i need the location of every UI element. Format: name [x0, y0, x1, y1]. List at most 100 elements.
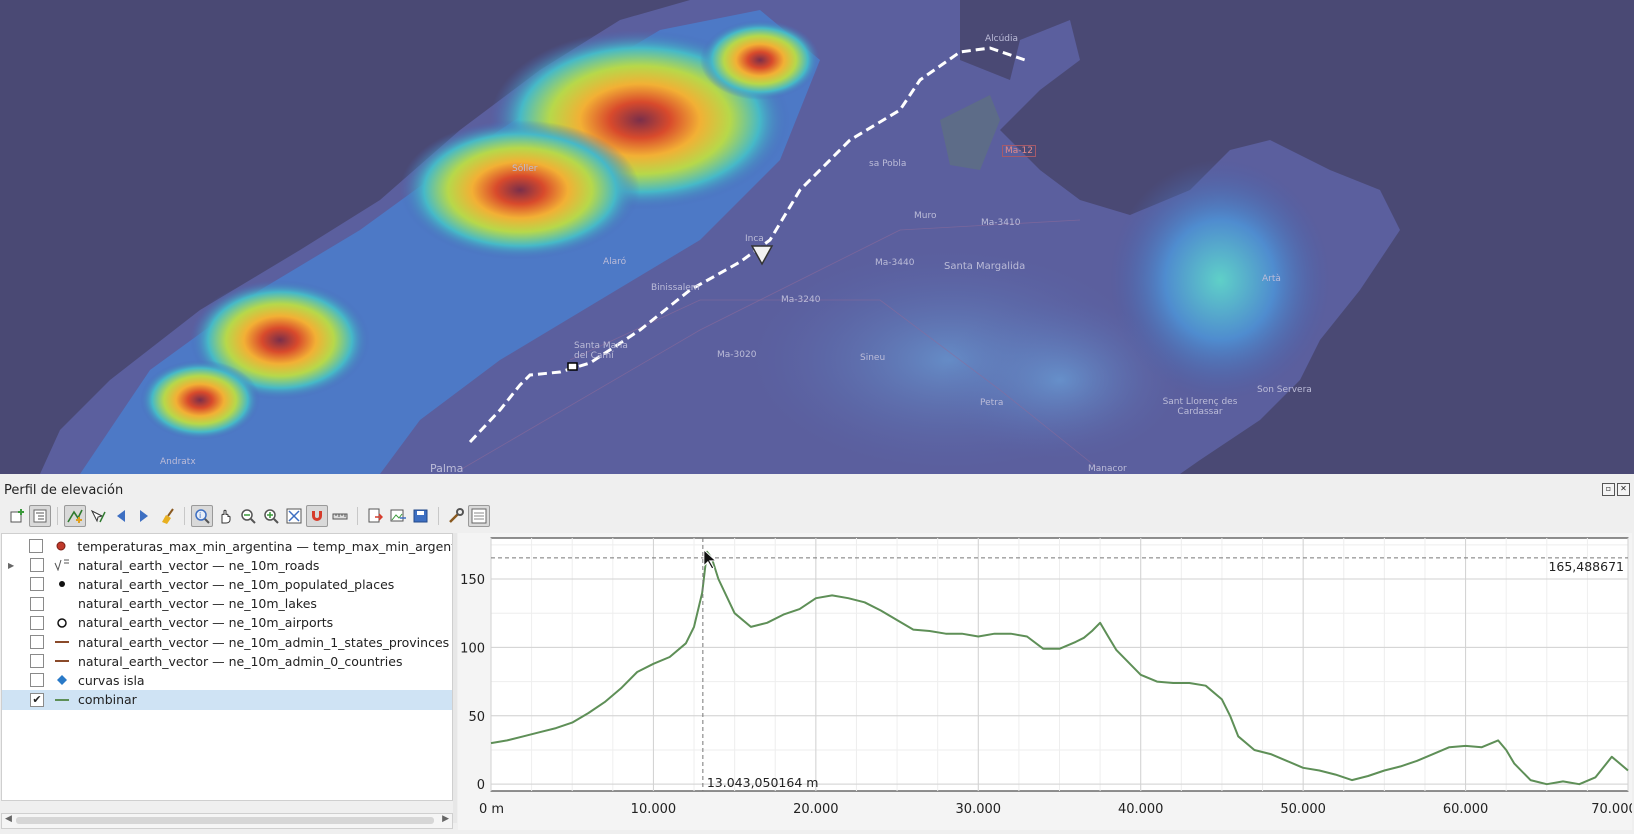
map-label: Palma: [430, 462, 464, 474]
red-dot-icon: [53, 540, 69, 552]
map-label: Manacor: [1088, 464, 1127, 474]
layer-checkbox[interactable]: [30, 558, 44, 573]
line-icon-icon: [54, 559, 70, 572]
crosshair-y-label: 165,488671: [1548, 559, 1624, 574]
map-label: Binissalem: [651, 283, 700, 293]
layer-checkbox[interactable]: [29, 539, 44, 553]
map-label: Artà: [1262, 274, 1281, 284]
panel-splitter[interactable]: [453, 533, 457, 823]
layer-list: temperaturas_max_min_argentina — temp_ma…: [1, 533, 453, 801]
blue-diamond-icon: [54, 674, 70, 686]
layer-item[interactable]: natural_earth_vector — ne_10m_admin_1_st…: [2, 632, 452, 652]
layer-tree-icon[interactable]: [29, 505, 51, 527]
pan-icon[interactable]: [214, 505, 236, 527]
scroll-left-icon[interactable]: ◀: [5, 814, 12, 824]
float-panel-icon[interactable]: ▫: [1602, 483, 1615, 496]
layer-item[interactable]: ✔ combinar: [2, 689, 452, 710]
x-tick-label: 50.000: [1280, 802, 1326, 817]
scrollbar-thumb[interactable]: [16, 817, 434, 824]
new-profile-icon[interactable]: [6, 505, 28, 527]
identify-icon[interactable]: i: [191, 505, 213, 527]
none-icon: [54, 598, 70, 610]
panel-title: Perfil de elevación: [4, 483, 124, 498]
capture-from-feature-icon[interactable]: [87, 505, 109, 527]
zoom-x-icon[interactable]: [237, 505, 259, 527]
capture-curve-icon[interactable]: [64, 505, 86, 527]
x-tick-label: 20.000: [793, 802, 839, 817]
forward-icon[interactable]: [133, 505, 155, 527]
map-label: Santa Maria del Camí: [574, 341, 628, 361]
toolbar-separator: [357, 507, 358, 525]
layer-name: natural_earth_vector — ne_10m_admin_0_co…: [78, 653, 403, 669]
brown-line-icon: [54, 636, 70, 648]
back-icon[interactable]: [110, 505, 132, 527]
layer-name: natural_earth_vector — ne_10m_lakes: [78, 596, 317, 612]
map-label: Ma-3020: [717, 350, 757, 360]
layer-item[interactable]: natural_earth_vector — ne_10m_lakes: [2, 594, 452, 614]
snapping-icon[interactable]: [306, 505, 328, 527]
layer-checkbox[interactable]: [30, 673, 44, 688]
toolbar-separator: [184, 507, 185, 525]
x-tick-label: 30.000: [956, 802, 1002, 817]
zoom-full-icon[interactable]: [283, 505, 305, 527]
clear-icon[interactable]: [156, 505, 178, 527]
x-tick-label: 0 m: [479, 802, 504, 817]
black-dot-icon: [54, 578, 70, 590]
layer-checkbox[interactable]: [30, 635, 44, 649]
chart-svg: 0 m 10.000 20.000 30.000 40.000 50.000 60.000 7…: [460, 537, 1634, 817]
panel-controls: ▫ ✕: [1602, 483, 1630, 496]
elevation-profile-chart[interactable]: 0 m 10.000 20.000 30.000 40.000 50.000 60.000 7…: [458, 533, 1634, 830]
export-3d-icon[interactable]: [410, 505, 432, 527]
expand-arrow-icon[interactable]: ▶: [8, 561, 18, 570]
settings-icon[interactable]: [468, 505, 490, 527]
export-pdf-icon[interactable]: [364, 505, 386, 527]
layer-name: natural_earth_vector — ne_10m_admin_1_st…: [78, 634, 450, 650]
toolbar-separator: [57, 507, 58, 525]
layer-checkbox[interactable]: [30, 596, 44, 611]
layer-item[interactable]: temperaturas_max_min_argentina — temp_ma…: [2, 536, 452, 556]
layer-item[interactable]: curvas isla: [2, 670, 452, 690]
map-label: Sineu: [860, 353, 886, 363]
map-label: Son Servera: [1257, 385, 1312, 395]
options-icon[interactable]: [445, 505, 467, 527]
map-label: Andratx: [160, 457, 196, 467]
horizontal-scrollbar[interactable]: ◀ ▶: [1, 813, 453, 829]
green-line-icon: [54, 694, 70, 706]
layer-checkbox[interactable]: [30, 654, 44, 669]
map-label: sa Pobla: [869, 159, 907, 169]
map-label: Santa Margalida: [944, 261, 1026, 272]
map-canvas[interactable]: Alcúdia Sóller sa Pobla Ma-12 Muro Ma-34…: [0, 0, 1634, 474]
brown-line-icon: [54, 655, 70, 667]
scroll-right-icon[interactable]: ▶: [442, 814, 449, 824]
x-tick-label: 10.000: [631, 802, 677, 817]
map-label: Ma-3240: [781, 295, 821, 305]
layer-item[interactable]: natural_earth_vector — ne_10m_admin_0_co…: [2, 651, 452, 671]
layer-name: natural_earth_vector — ne_10m_airports: [78, 615, 334, 631]
layer-item[interactable]: ▶ natural_earth_vector — ne_10m_roads: [2, 555, 452, 575]
y-tick-label: 50: [468, 710, 485, 725]
circle-icon: [54, 617, 70, 629]
layer-item[interactable]: natural_earth_vector — ne_10m_airports: [2, 613, 452, 633]
map-label: Ma-3410: [981, 218, 1021, 228]
layer-checkbox[interactable]: [30, 577, 44, 592]
map-label: Inca: [745, 234, 764, 244]
close-panel-icon[interactable]: ✕: [1617, 483, 1630, 496]
layer-checkbox[interactable]: [30, 615, 44, 630]
layer-name: natural_earth_vector — ne_10m_roads: [78, 557, 320, 573]
layer-name: combinar: [78, 692, 137, 708]
y-tick-label: 150: [460, 573, 485, 588]
layer-item[interactable]: natural_earth_vector — ne_10m_populated_…: [2, 574, 452, 594]
map-label: Sant Llorenç des Cardassar: [1162, 397, 1238, 417]
y-tick-label: 0: [477, 778, 485, 793]
layer-name: temperaturas_max_min_argentina — temp_ma…: [77, 538, 452, 554]
y-tick-label: 100: [460, 641, 485, 656]
map-label: Muro: [914, 211, 937, 221]
export-image-icon[interactable]: [387, 505, 409, 527]
zoom-in-icon[interactable]: [260, 505, 282, 527]
measure-icon[interactable]: [329, 505, 351, 527]
x-tick-label: 60.000: [1443, 802, 1489, 817]
map-label: Ma-3440: [875, 258, 915, 268]
elevation-map: [0, 0, 1634, 474]
profile-toolbar: i: [6, 505, 490, 527]
layer-checkbox[interactable]: ✔: [30, 692, 44, 707]
